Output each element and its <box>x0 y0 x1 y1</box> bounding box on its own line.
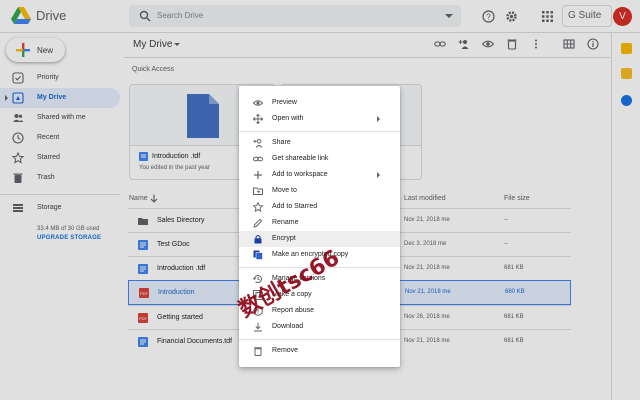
folder-move-icon <box>253 187 263 195</box>
pencil-icon <box>253 218 263 228</box>
menu-item-label: Download <box>272 323 304 330</box>
menu-item-rename[interactable]: Rename <box>239 215 400 231</box>
add-person-icon <box>253 139 263 148</box>
menu-item-label: Add to Starred <box>272 203 318 210</box>
plus-icon <box>254 171 262 179</box>
link-icon <box>253 156 263 162</box>
menu-item-label: Move to <box>272 187 297 194</box>
encrypted-copy-icon <box>253 250 263 260</box>
menu-item-label: Get shareable link <box>272 155 329 162</box>
menu-item-share[interactable]: Share <box>239 135 400 151</box>
menu-item-label: Encrypt <box>272 235 296 242</box>
menu-item-preview[interactable]: Preview <box>239 95 400 111</box>
lock-icon <box>254 234 262 244</box>
context-menu: Preview Open with Share Get shareable li… <box>239 86 400 367</box>
eye-icon <box>253 100 263 106</box>
menu-item-label: Preview <box>272 99 297 106</box>
menu-item-add-to-starred[interactable]: Add to Starred <box>239 199 400 215</box>
menu-item-label: Share <box>272 139 291 146</box>
menu-divider <box>239 339 400 340</box>
menu-divider <box>239 131 400 132</box>
move-arrows-icon <box>253 114 263 124</box>
menu-item-label: Remove <box>272 347 299 354</box>
star-outline-icon <box>253 202 263 212</box>
submenu-arrow-icon <box>377 116 380 122</box>
menu-item-add-to-workspace[interactable]: Add to workspace <box>239 167 400 183</box>
submenu-arrow-icon <box>377 172 380 178</box>
menu-item-label: Add to workspace <box>272 171 328 178</box>
menu-item-label: Open with <box>272 115 304 122</box>
menu-item-get-link[interactable]: Get shareable link <box>239 151 400 167</box>
menu-item-move-to[interactable]: Move to <box>239 183 400 199</box>
trash-outline-icon <box>254 347 262 356</box>
menu-item-label: Rename <box>272 219 299 226</box>
menu-item-remove[interactable]: Remove <box>239 343 400 359</box>
menu-item-open-with[interactable]: Open with <box>239 111 400 127</box>
